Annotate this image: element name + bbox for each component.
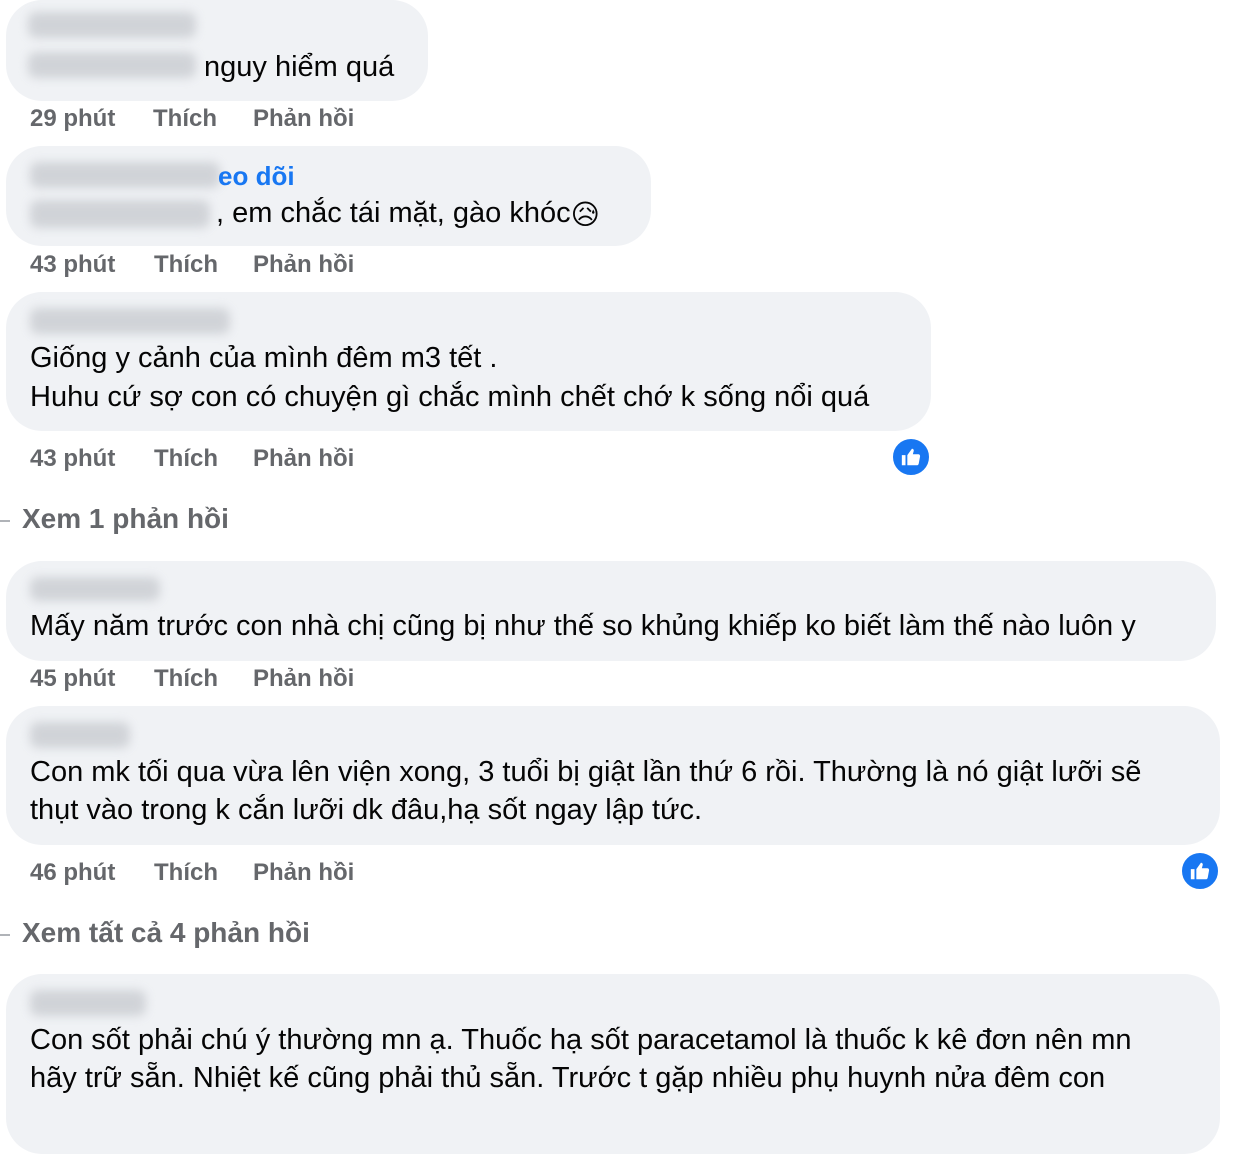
like-reaction-badge[interactable] xyxy=(1180,851,1220,891)
view-replies-link[interactable]: Xem tất cả 4 phản hồi xyxy=(22,917,310,949)
reply-link[interactable]: Phản hồi xyxy=(253,251,354,279)
like-link[interactable]: Thích xyxy=(154,251,218,279)
reply-link[interactable]: Phản hồi xyxy=(253,859,354,887)
comment-text-line: Con sốt phải chú ý thường mn ạ. Thuốc hạ… xyxy=(30,1024,1132,1056)
comment-text-line: Giống y cảnh của mình đêm m3 tết . xyxy=(30,342,498,374)
reply-link[interactable]: Phản hồi xyxy=(253,105,354,133)
reply-thread-dash xyxy=(0,520,10,522)
reply-thread-dash xyxy=(0,934,10,936)
blurred-author-name xyxy=(30,162,220,188)
follow-link[interactable]: eo dõi xyxy=(218,161,295,192)
like-link[interactable]: Thích xyxy=(154,445,218,473)
like-icon xyxy=(901,448,921,466)
blurred-author-name xyxy=(30,308,230,334)
like-link[interactable]: Thích xyxy=(153,105,217,133)
comment-text-line: Con mk tối qua vừa lên viện xong, 3 tuổi… xyxy=(30,756,1142,788)
sad-face-emoji: 😥 xyxy=(570,197,600,231)
comment-text-line: thụt vào trong k cắn lưỡi dk đâu,hạ sốt … xyxy=(30,794,703,826)
like-reaction-badge[interactable] xyxy=(891,437,931,477)
comment-text: , em chắc tái mặt, gào khóc😥 xyxy=(216,194,600,234)
comment-time[interactable]: 43 phút xyxy=(30,251,115,279)
blurred-author-name xyxy=(30,722,130,748)
comment-text-line: hãy trữ sẵn. Nhiệt kế cũng phải thủ sẵn.… xyxy=(30,1062,1106,1094)
comment-text: Mấy năm trước con nhà chị cũng bị như th… xyxy=(30,610,1136,642)
blurred-author-name xyxy=(30,577,160,601)
comment-text-line: Huhu cứ sợ con có chuyện gì chắc mình ch… xyxy=(30,381,870,413)
blurred-author-name xyxy=(28,52,196,78)
comment-time[interactable]: 29 phút xyxy=(30,105,115,133)
like-icon xyxy=(1190,862,1210,880)
view-replies-link[interactable]: Xem 1 phản hồi xyxy=(22,503,229,535)
comment-time[interactable]: 45 phút xyxy=(30,665,115,693)
comment-text-content: , em chắc tái mặt, gào khóc xyxy=(216,197,571,229)
reply-link[interactable]: Phản hồi xyxy=(253,445,354,473)
blurred-author-name xyxy=(28,12,196,38)
like-link[interactable]: Thích xyxy=(154,665,218,693)
blurred-author-name xyxy=(30,200,210,228)
like-link[interactable]: Thích xyxy=(154,859,218,887)
comment-time[interactable]: 43 phút xyxy=(30,445,115,473)
comment-text: nguy hiểm quá xyxy=(204,51,395,83)
comment-time[interactable]: 46 phút xyxy=(30,859,115,887)
blurred-author-name xyxy=(30,990,146,1016)
reply-link[interactable]: Phản hồi xyxy=(253,665,354,693)
